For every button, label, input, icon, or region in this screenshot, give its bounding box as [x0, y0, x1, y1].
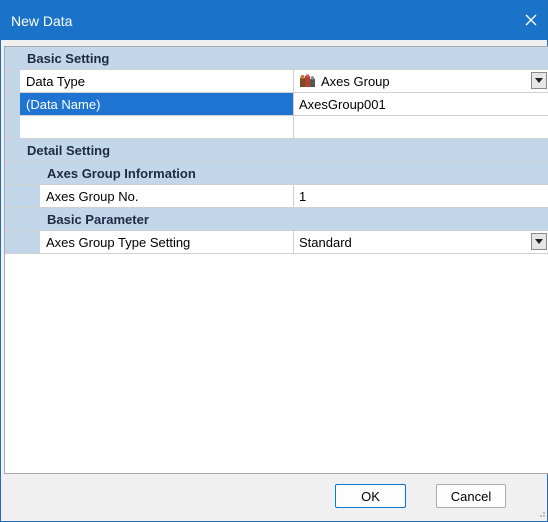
dialog-title: New Data — [11, 12, 73, 29]
new-data-dialog: New Data Basic Setting Data Type Axes Gr… — [0, 0, 548, 522]
title-bar: New Data — [1, 1, 547, 40]
property-grid[interactable]: Basic Setting Data Type Axes Group (Data… — [4, 46, 548, 474]
category-basic-setting[interactable]: Basic Setting — [5, 47, 548, 70]
category-basic-parameter[interactable]: Basic Parameter — [5, 208, 548, 231]
property-value-axes-group-type[interactable]: Standard — [294, 231, 548, 253]
property-row-axes-group-no[interactable]: Axes Group No. 1 — [5, 185, 548, 208]
chevron-down-icon — [535, 239, 543, 244]
ok-button[interactable]: OK — [335, 484, 406, 508]
property-name — [20, 116, 294, 138]
resize-grip-icon[interactable] — [536, 508, 546, 518]
data-type-dropdown-button[interactable] — [531, 72, 547, 89]
category-label: Basic Setting — [27, 50, 110, 66]
close-icon[interactable] — [521, 10, 541, 30]
property-row-data-name[interactable]: (Data Name) AxesGroup001 — [5, 93, 548, 116]
axes-group-type-value: Standard — [299, 234, 352, 250]
row-gutter — [5, 93, 20, 115]
property-name: Axes Group Type Setting — [40, 231, 294, 253]
category-label: Axes Group Information — [47, 165, 196, 181]
row-gutter — [5, 231, 40, 253]
property-value-axes-group-no[interactable]: 1 — [294, 185, 548, 207]
property-name: Axes Group No. — [40, 185, 294, 207]
category-label: Detail Setting — [27, 142, 111, 158]
axes-group-icon — [300, 73, 315, 87]
chevron-down-icon — [535, 78, 543, 83]
property-value-data-name[interactable]: AxesGroup001 — [294, 93, 548, 115]
property-row-axes-group-type-setting[interactable]: Axes Group Type Setting Standard — [5, 231, 548, 254]
row-gutter — [5, 116, 20, 138]
axes-group-type-dropdown-button[interactable] — [531, 233, 547, 250]
cancel-button[interactable]: Cancel — [436, 484, 506, 508]
category-label: Basic Parameter — [47, 211, 149, 227]
property-row-empty[interactable] — [5, 116, 548, 139]
property-name: (Data Name) — [20, 93, 294, 115]
property-value-empty[interactable] — [294, 116, 548, 138]
row-gutter — [5, 70, 20, 92]
dialog-footer: OK Cancel — [4, 475, 548, 521]
category-detail-setting[interactable]: Detail Setting — [5, 139, 548, 162]
category-axes-group-information[interactable]: Axes Group Information — [5, 162, 548, 185]
data-type-value: Axes Group — [321, 73, 390, 89]
property-row-data-type[interactable]: Data Type Axes Group — [5, 70, 548, 93]
property-value-data-type[interactable]: Axes Group — [294, 70, 548, 92]
property-name: Data Type — [20, 70, 294, 92]
row-gutter — [5, 185, 40, 207]
